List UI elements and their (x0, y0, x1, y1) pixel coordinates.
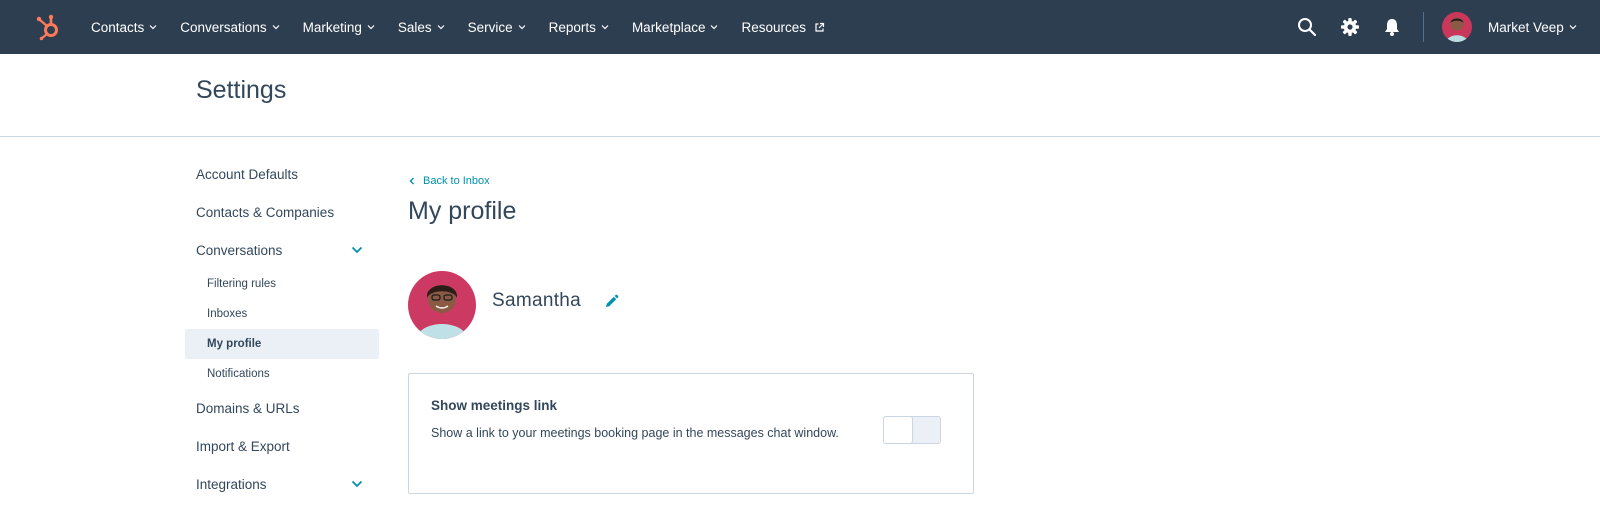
sidebar-subitem-notifications[interactable]: Notifications (185, 359, 379, 389)
chevron-left-icon (409, 177, 414, 185)
toggle-knob (883, 416, 913, 444)
chevron-down-icon (351, 480, 363, 488)
chevron-down-icon (518, 25, 526, 30)
main-menu: Contacts Conversations Marketing Sales S… (91, 0, 848, 54)
person-avatar-icon (416, 285, 468, 339)
settings-header: Settings (0, 54, 1600, 137)
nav-marketplace-label: Marketplace (631, 19, 706, 35)
sidebar-subitem-my-profile[interactable]: My profile (185, 329, 379, 359)
chevron-down-icon (711, 25, 718, 30)
account-avatar[interactable] (1442, 12, 1472, 42)
sidebar-item-account-defaults[interactable]: Account Defaults (185, 155, 379, 193)
profile-avatar[interactable] (408, 271, 476, 339)
sidebar-item-label: Integrations (196, 476, 267, 492)
hubspot-sprocket-icon[interactable] (34, 13, 62, 41)
nav-resources-label: Resources (741, 19, 807, 35)
page-title: Settings (196, 76, 287, 104)
account-name-label: Market Veep (1488, 19, 1564, 35)
profile-page-title: My profile (408, 197, 517, 225)
nav-divider (1423, 12, 1424, 42)
sidebar-item-label: Account Defaults (196, 166, 299, 182)
profile-name: Samantha (492, 290, 582, 311)
show-meetings-link-toggle[interactable] (883, 416, 941, 444)
card-title: Show meetings link (431, 398, 558, 413)
nav-contacts-label: Contacts (91, 19, 145, 35)
sidebar-subitem-filtering-rules[interactable]: Filtering rules (185, 269, 379, 299)
pencil-edit-icon[interactable] (604, 294, 619, 309)
nav-sales[interactable]: Sales (398, 20, 445, 35)
sidebar-item-contacts-companies[interactable]: Contacts & Companies (185, 193, 379, 231)
bell-icon[interactable] (1382, 17, 1402, 37)
sidebar-item-domains-urls[interactable]: Domains & URLs (185, 389, 379, 427)
meetings-link-card: Show meetings link Show a link to your m… (408, 373, 974, 494)
account-menu[interactable]: Market Veep (1488, 0, 1577, 54)
sidebar-item-label: Domains & URLs (196, 400, 300, 416)
chevron-down-icon (367, 25, 375, 30)
nav-reports[interactable]: Reports (549, 20, 609, 35)
top-navigation-bar: Contacts Conversations Marketing Sales S… (0, 0, 1600, 54)
nav-sales-label: Sales (397, 19, 432, 35)
sidebar-item-integrations[interactable]: Integrations (185, 465, 379, 503)
external-link-icon (815, 22, 825, 32)
sidebar-item-conversations[interactable]: Conversations (185, 231, 379, 269)
sidebar-item-label: Import & Export (196, 438, 290, 454)
nav-marketing[interactable]: Marketing (303, 20, 375, 35)
chevron-down-icon (272, 25, 280, 30)
sidebar-item-label: Contacts & Companies (196, 204, 335, 220)
chevron-down-icon (437, 25, 445, 30)
chevron-down-icon (149, 25, 157, 30)
gear-icon[interactable] (1340, 17, 1360, 37)
nav-marketplace[interactable]: Marketplace (632, 20, 719, 35)
settings-sidebar: Account Defaults Contacts & Companies Co… (185, 155, 379, 503)
sidebar-item-label: Conversations (196, 242, 283, 258)
nav-resources[interactable]: Resources (741, 20, 825, 35)
search-icon[interactable] (1297, 17, 1317, 37)
chevron-down-icon (1569, 25, 1577, 30)
sidebar-item-import-export[interactable]: Import & Export (185, 427, 379, 465)
nav-reports-label: Reports (548, 19, 596, 35)
sidebar-subitem-label: Inboxes (207, 308, 248, 320)
sidebar-subitem-label: Notifications (207, 368, 270, 380)
chevron-down-icon (351, 246, 363, 254)
sidebar-subitem-inboxes[interactable]: Inboxes (185, 299, 379, 329)
nav-service[interactable]: Service (468, 20, 526, 35)
nav-conversations-label: Conversations (180, 19, 267, 35)
nav-contacts[interactable]: Contacts (91, 20, 157, 35)
sidebar-subitem-label: My profile (207, 338, 262, 350)
nav-conversations[interactable]: Conversations (180, 19, 280, 35)
nav-service-label: Service (467, 19, 513, 35)
person-avatar-icon (1446, 17, 1468, 42)
sidebar-subitem-label: Filtering rules (207, 278, 277, 290)
card-description: Show a link to your meetings booking pag… (431, 426, 839, 440)
nav-marketing-label: Marketing (302, 19, 362, 35)
chevron-down-icon (601, 25, 609, 30)
back-link-label: Back to Inbox (423, 175, 490, 187)
back-to-inbox-link[interactable]: Back to Inbox (408, 175, 490, 187)
